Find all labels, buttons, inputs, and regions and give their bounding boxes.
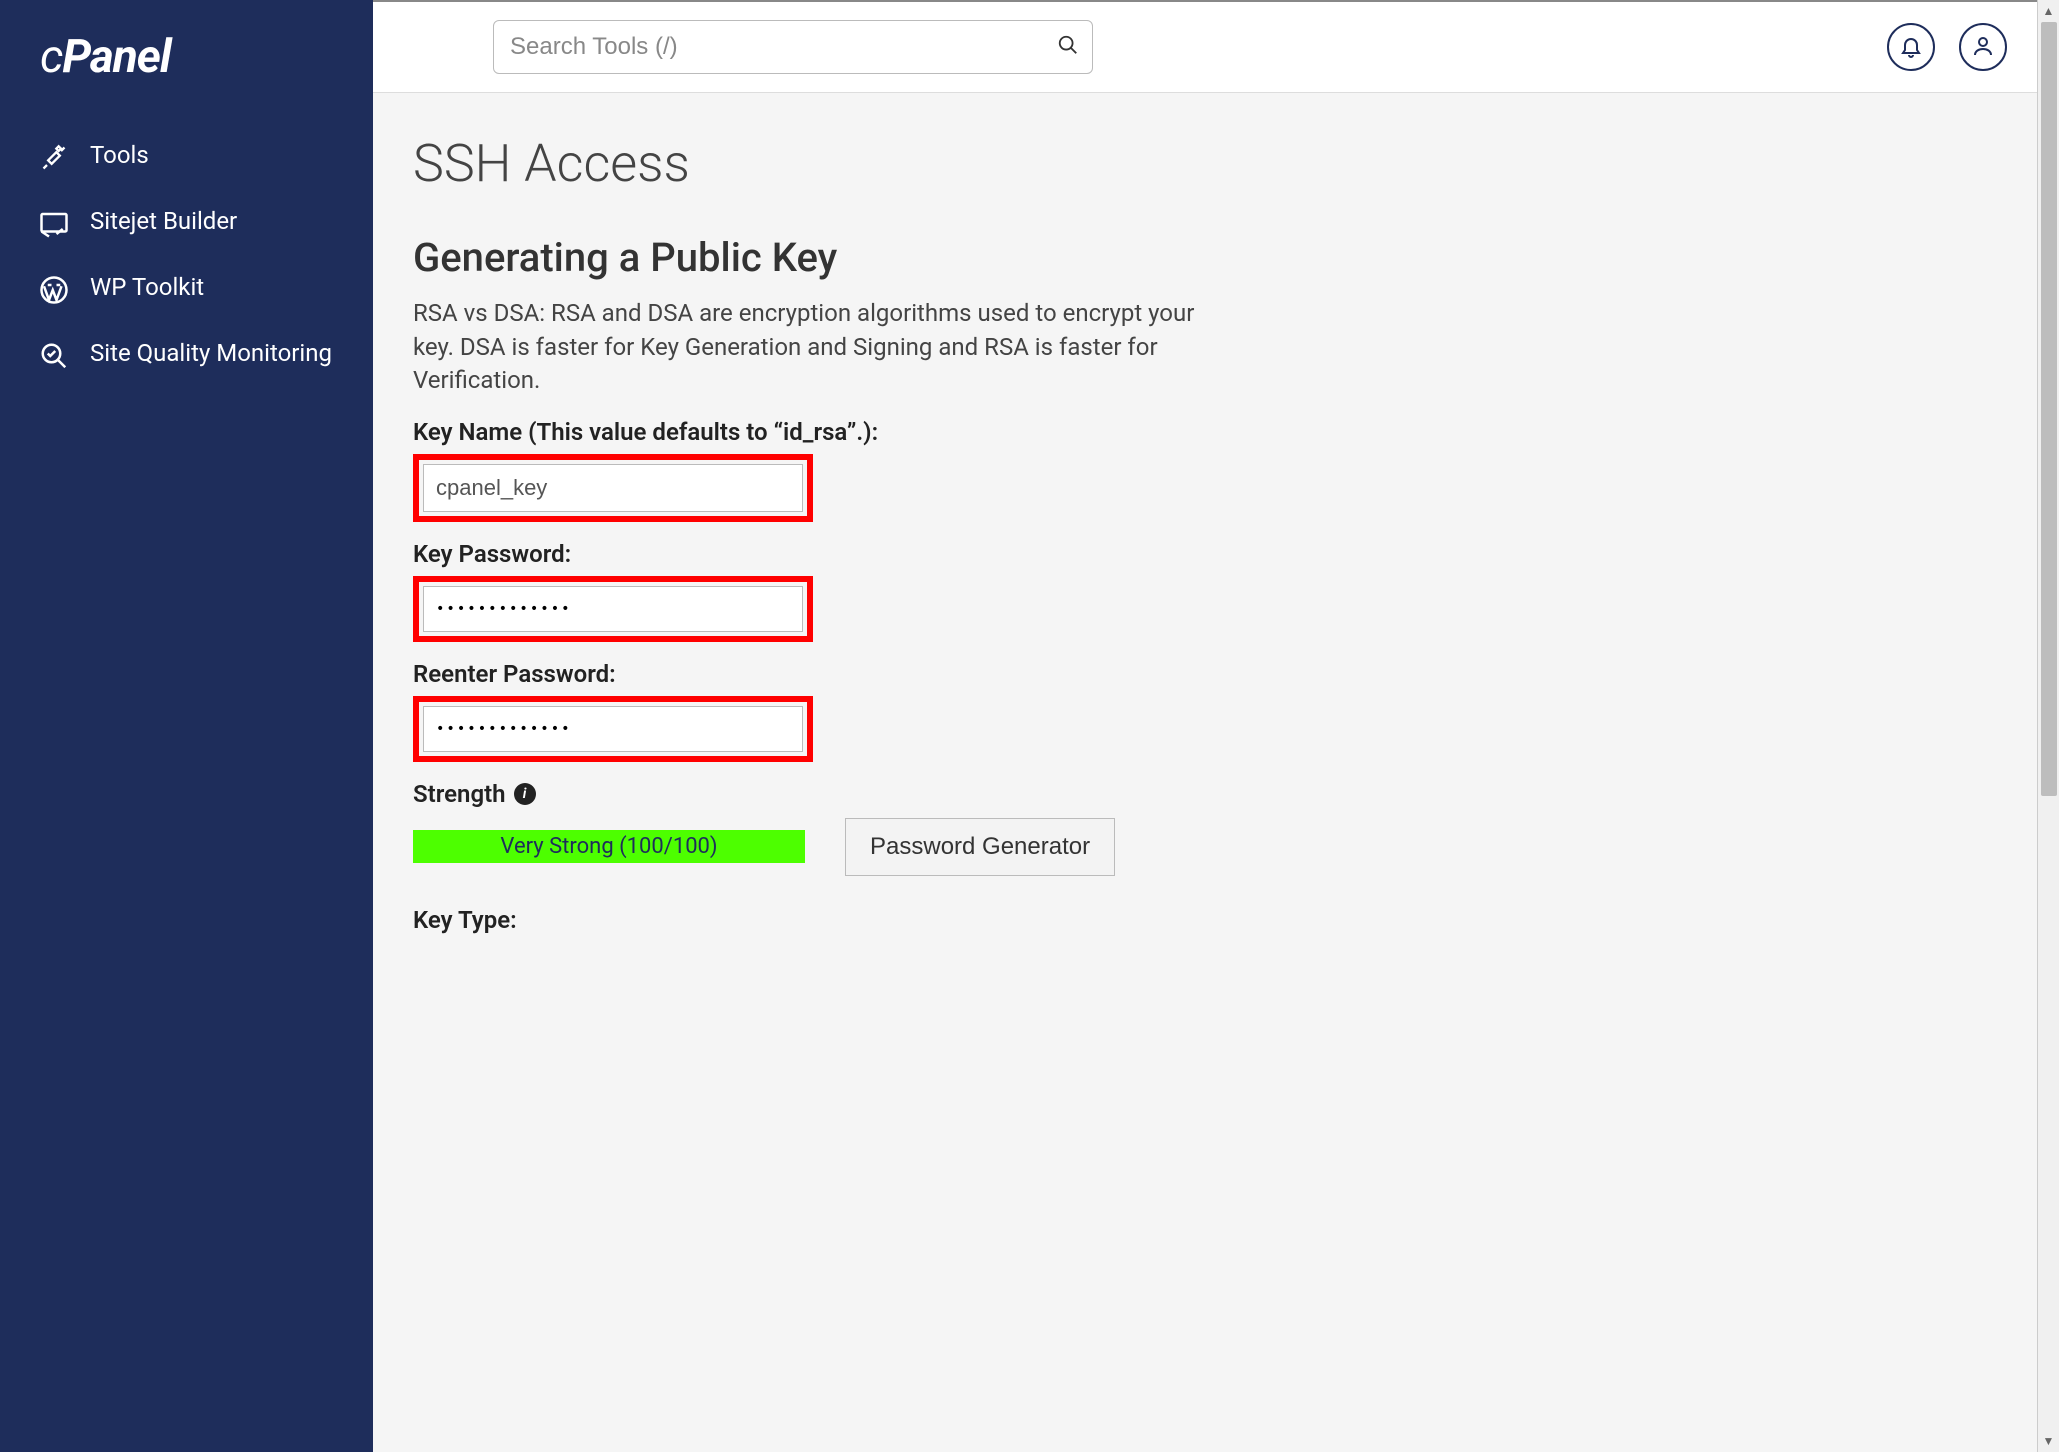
- key-type-label: Key Type:: [413, 906, 1997, 934]
- reenter-password-label: Reenter Password:: [413, 660, 1997, 688]
- strength-row: Very Strong (100/100) Password Generator: [413, 818, 1997, 876]
- search-input[interactable]: [493, 20, 1093, 74]
- brand-logo-text: cPanel: [40, 30, 171, 84]
- topbar: [373, 0, 2037, 93]
- strength-label: Strength: [413, 780, 506, 808]
- scroll-track[interactable]: [2038, 22, 2059, 1430]
- key-password-input[interactable]: [423, 586, 803, 632]
- sidebar-item-site-quality[interactable]: Site Quality Monitoring: [0, 322, 373, 388]
- sidebar-item-label: WP Toolkit: [90, 272, 204, 303]
- key-name-label: Key Name (This value defaults to “id_rsa…: [413, 418, 1997, 446]
- section-title: Generating a Public Key: [413, 234, 1997, 281]
- info-icon[interactable]: i: [514, 783, 536, 805]
- main-area: SSH Access Generating a Public Key RSA v…: [373, 0, 2037, 1452]
- bell-icon: [1899, 34, 1923, 61]
- highlight-reenter-password: [413, 696, 813, 762]
- sidebar: cPanel Tools Sitejet Builder WP Toolkit: [0, 0, 373, 1452]
- wordpress-icon: [38, 274, 70, 306]
- search-icon[interactable]: [1057, 34, 1079, 60]
- section-description: RSA vs DSA: RSA and DSA are encryption a…: [413, 297, 1233, 398]
- account-button[interactable]: [1959, 23, 2007, 71]
- magnify-check-icon: [38, 340, 70, 372]
- highlight-key-password: [413, 576, 813, 642]
- sidebar-item-wptoolkit[interactable]: WP Toolkit: [0, 256, 373, 322]
- user-icon: [1971, 34, 1995, 61]
- tools-icon: [38, 142, 70, 174]
- scroll-up-arrow-icon[interactable]: ▲: [2038, 0, 2059, 22]
- sidebar-item-label: Tools: [90, 140, 149, 171]
- sidebar-item-sitejet[interactable]: Sitejet Builder: [0, 190, 373, 256]
- strength-meter: Very Strong (100/100): [413, 830, 805, 863]
- sidebar-item-label: Sitejet Builder: [90, 206, 237, 237]
- reenter-password-input[interactable]: [423, 706, 803, 752]
- logo: cPanel: [0, 30, 373, 114]
- highlight-key-name: [413, 454, 813, 522]
- content: SSH Access Generating a Public Key RSA v…: [373, 93, 2037, 1452]
- scroll-thumb[interactable]: [2041, 22, 2057, 796]
- notifications-button[interactable]: [1887, 23, 1935, 71]
- password-generator-button[interactable]: Password Generator: [845, 818, 1115, 876]
- page-title: SSH Access: [413, 133, 1997, 194]
- key-name-input[interactable]: [423, 464, 803, 512]
- scroll-down-arrow-icon[interactable]: ▼: [2038, 1430, 2059, 1452]
- sitejet-icon: [38, 208, 70, 240]
- key-password-label: Key Password:: [413, 540, 1997, 568]
- sidebar-nav: Tools Sitejet Builder WP Toolkit Site Qu…: [0, 114, 373, 388]
- sidebar-item-label: Site Quality Monitoring: [90, 338, 332, 369]
- search-wrap: [493, 20, 1093, 74]
- strength-label-row: Strength i: [413, 780, 1997, 808]
- sidebar-item-tools[interactable]: Tools: [0, 124, 373, 190]
- window-scrollbar[interactable]: ▲ ▼: [2037, 0, 2059, 1452]
